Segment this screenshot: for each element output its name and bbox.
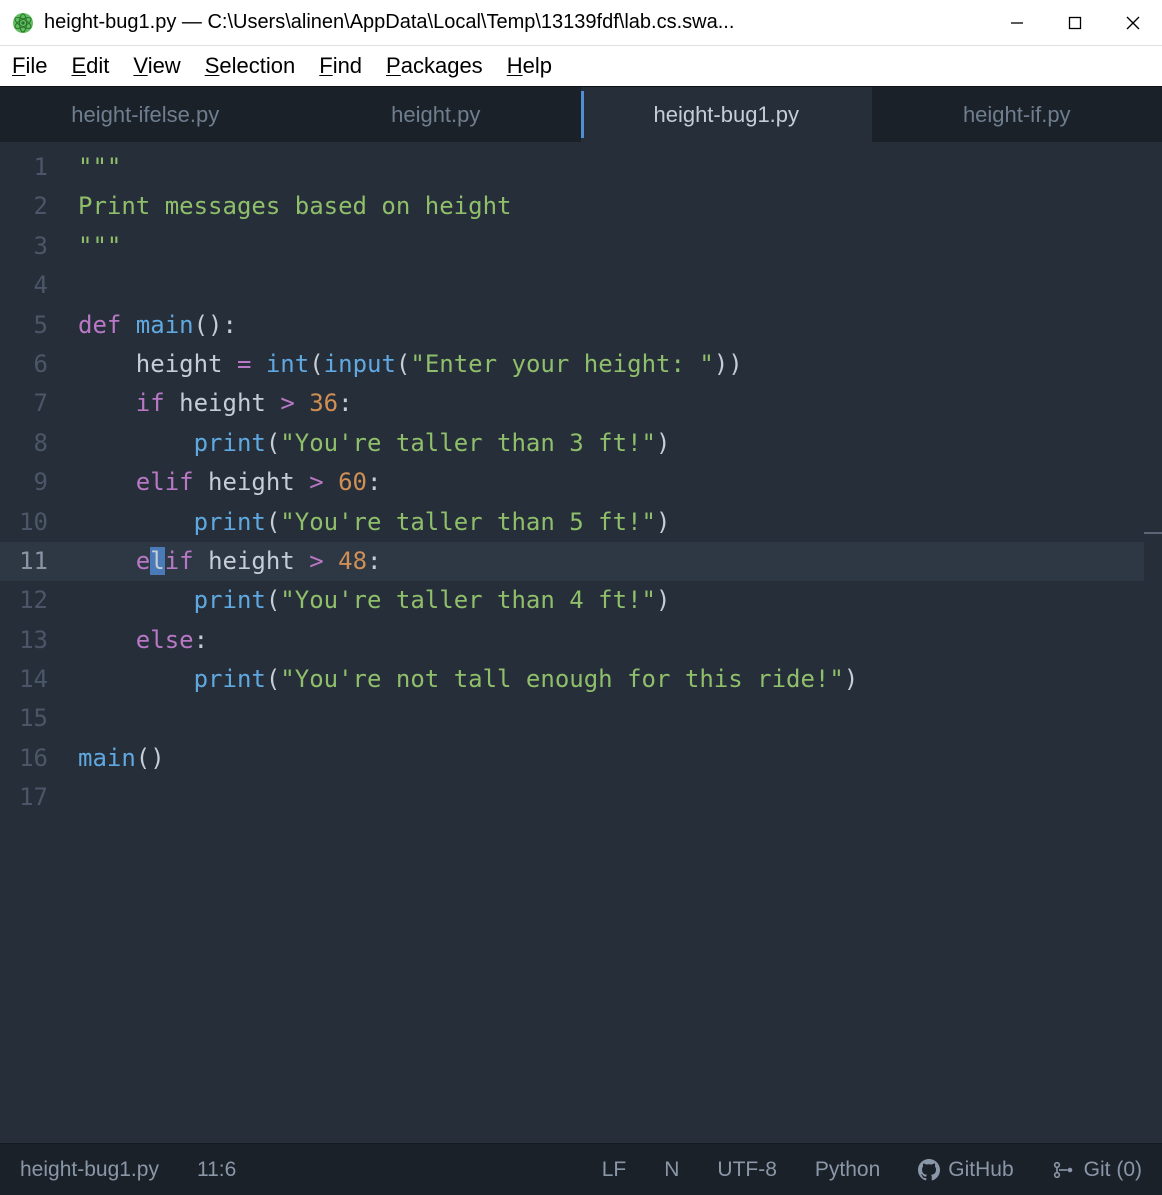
code-line[interactable] (62, 778, 1144, 817)
code-line[interactable] (62, 699, 1144, 738)
line-number[interactable]: 12 (0, 581, 62, 620)
code-line[interactable]: """ (62, 148, 1144, 187)
line-number-gutter: 1234567891011121314151617 (0, 142, 62, 1143)
line-number[interactable]: 2 (0, 187, 62, 226)
tabbar: height-ifelse.pyheight.pyheight-bug1.pyh… (0, 86, 1162, 142)
line-number[interactable]: 15 (0, 699, 62, 738)
github-icon (918, 1159, 940, 1181)
atom-app-icon (12, 12, 34, 34)
status-github[interactable]: GitHub (918, 1158, 1013, 1182)
line-number[interactable]: 6 (0, 345, 62, 384)
line-number[interactable]: 8 (0, 424, 62, 463)
code-line[interactable]: print("You're taller than 4 ft!") (62, 581, 1144, 620)
tab-height-if-py[interactable]: height-if.py (872, 87, 1162, 142)
editor[interactable]: 1234567891011121314151617 """Print messa… (0, 142, 1162, 1143)
status-git[interactable]: Git (0) (1052, 1158, 1142, 1182)
git-branch-icon (1052, 1161, 1076, 1179)
tab-height-bug1-py[interactable]: height-bug1.py (581, 87, 872, 142)
menu-selection[interactable]: Selection (205, 53, 296, 79)
menubar: File Edit View Selection Find Packages H… (0, 46, 1162, 86)
line-number[interactable]: 7 (0, 384, 62, 423)
menu-view[interactable]: View (133, 53, 180, 79)
line-number[interactable]: 14 (0, 660, 62, 699)
code-line[interactable]: print("You're taller than 3 ft!") (62, 424, 1144, 463)
code-line[interactable] (62, 266, 1144, 305)
scrollbar[interactable] (1144, 142, 1162, 1143)
titlebar: height-bug1.py — C:\Users\alinen\AppData… (0, 0, 1162, 46)
status-line-ending[interactable]: LF (602, 1158, 627, 1182)
status-filename[interactable]: height-bug1.py (20, 1158, 159, 1182)
line-number[interactable]: 16 (0, 739, 62, 778)
tab-height-py[interactable]: height.py (291, 87, 582, 142)
code-line[interactable]: elif height > 60: (62, 463, 1144, 502)
code-line[interactable]: def main(): (62, 306, 1144, 345)
status-n[interactable]: N (664, 1158, 679, 1182)
code-line[interactable]: if height > 36: (62, 384, 1144, 423)
code-line[interactable]: elif height > 48: (62, 542, 1144, 581)
window-controls (988, 0, 1162, 45)
statusbar: height-bug1.py 11:6 LF N UTF-8 Python Gi… (0, 1143, 1162, 1195)
line-number[interactable]: 17 (0, 778, 62, 817)
line-number[interactable]: 1 (0, 148, 62, 187)
line-number[interactable]: 4 (0, 266, 62, 305)
menu-edit[interactable]: Edit (71, 53, 109, 79)
status-language[interactable]: Python (815, 1158, 880, 1182)
status-cursor-position[interactable]: 11:6 (197, 1158, 236, 1182)
code-line[interactable]: print("You're not tall enough for this r… (62, 660, 1144, 699)
menu-file[interactable]: File (12, 53, 47, 79)
close-button[interactable] (1104, 0, 1162, 46)
code-line[interactable]: print("You're taller than 5 ft!") (62, 503, 1144, 542)
menu-find[interactable]: Find (319, 53, 362, 79)
status-encoding[interactable]: UTF-8 (717, 1158, 777, 1182)
line-number[interactable]: 10 (0, 503, 62, 542)
code-line[interactable]: Print messages based on height (62, 187, 1144, 226)
code-line[interactable]: height = int(input("Enter your height: "… (62, 345, 1144, 384)
minimize-button[interactable] (988, 0, 1046, 46)
line-number[interactable]: 13 (0, 621, 62, 660)
code-line[interactable]: """ (62, 227, 1144, 266)
code-area[interactable]: """Print messages based on height""" def … (62, 142, 1144, 1143)
line-number[interactable]: 9 (0, 463, 62, 502)
line-number[interactable]: 3 (0, 227, 62, 266)
menu-packages[interactable]: Packages (386, 53, 483, 79)
code-line[interactable]: else: (62, 621, 1144, 660)
maximize-button[interactable] (1046, 0, 1104, 46)
line-number[interactable]: 5 (0, 306, 62, 345)
window-title: height-bug1.py — C:\Users\alinen\AppData… (44, 11, 988, 34)
line-number[interactable]: 11 (0, 542, 62, 581)
code-line[interactable]: main() (62, 739, 1144, 778)
menu-help[interactable]: Help (507, 53, 552, 79)
tab-height-ifelse-py[interactable]: height-ifelse.py (0, 87, 291, 142)
